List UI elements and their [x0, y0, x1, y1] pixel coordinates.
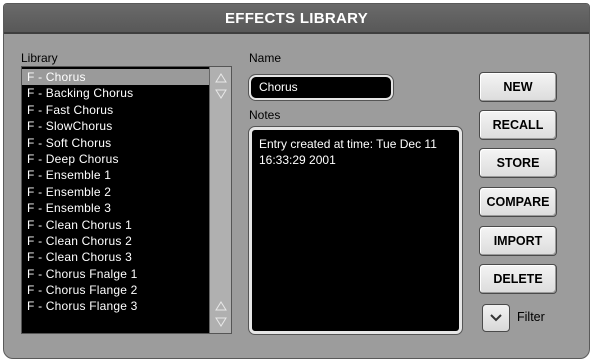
library-item[interactable]: F - Chorus Flange 2 — [22, 282, 209, 298]
library-items: F - Chorus F - Backing Chorus F - Fast C… — [22, 67, 209, 333]
window-title: EFFECTS LIBRARY — [4, 4, 589, 34]
import-button[interactable]: IMPORT — [479, 226, 557, 256]
library-item[interactable]: F - Fast Chorus — [22, 102, 209, 118]
delete-button[interactable]: DELETE — [479, 264, 557, 294]
library-item[interactable]: F - Chorus Flange 3 — [22, 298, 209, 314]
library-list[interactable]: F - Chorus F - Backing Chorus F - Fast C… — [21, 66, 232, 334]
library-item[interactable]: F - Ensemble 2 — [22, 184, 209, 200]
compare-button[interactable]: COMPARE — [479, 187, 557, 217]
notes-label: Notes — [249, 108, 281, 122]
store-button[interactable]: STORE — [479, 148, 557, 178]
library-item[interactable]: F - Backing Chorus — [22, 85, 209, 101]
filter-label: Filter — [517, 310, 545, 324]
library-scrollbar[interactable] — [209, 67, 231, 333]
library-item[interactable]: F - Ensemble 1 — [22, 167, 209, 183]
effects-library-window: EFFECTS LIBRARY Library F - Chorus F - B… — [3, 3, 590, 359]
library-item[interactable]: F - SlowChorus — [22, 118, 209, 134]
library-item[interactable]: F - Soft Chorus — [22, 135, 209, 151]
library-item[interactable]: F - Deep Chorus — [22, 151, 209, 167]
filter-toggle[interactable] — [482, 304, 510, 332]
scroll-up-arrow-icon[interactable] — [214, 299, 228, 313]
name-field[interactable]: Chorus — [249, 75, 393, 100]
scroll-down-arrow-icon[interactable] — [214, 315, 228, 329]
library-item[interactable]: F - Chorus Fnalge 1 — [22, 266, 209, 282]
library-label: Library — [21, 51, 58, 65]
library-item[interactable]: F - Clean Chorus 2 — [22, 233, 209, 249]
library-item[interactable]: F - Clean Chorus 3 — [22, 249, 209, 265]
scroll-up-arrow-icon[interactable] — [214, 71, 228, 85]
library-item[interactable]: F - Ensemble 3 — [22, 200, 209, 216]
scroll-down-arrow-icon[interactable] — [214, 87, 228, 101]
library-item[interactable]: F - Chorus — [22, 69, 209, 86]
chevron-down-icon — [490, 314, 502, 322]
recall-button[interactable]: RECALL — [479, 110, 557, 140]
new-button[interactable]: NEW — [479, 72, 557, 102]
notes-field[interactable]: Entry created at time: Tue Dec 11 16:33:… — [249, 127, 462, 334]
name-label: Name — [249, 51, 282, 65]
library-item[interactable]: F - Clean Chorus 1 — [22, 217, 209, 233]
